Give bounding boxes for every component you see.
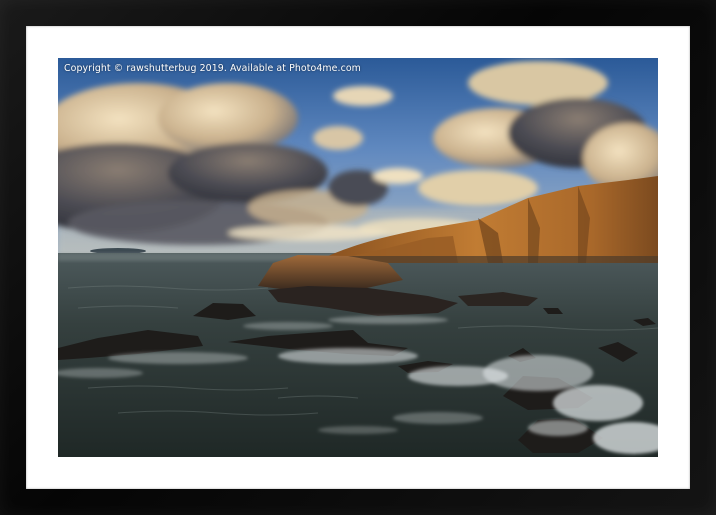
landscape-photo: [58, 58, 658, 457]
copyright-watermark: Copyright © rawshutterbug 2019. Availabl…: [64, 63, 361, 74]
